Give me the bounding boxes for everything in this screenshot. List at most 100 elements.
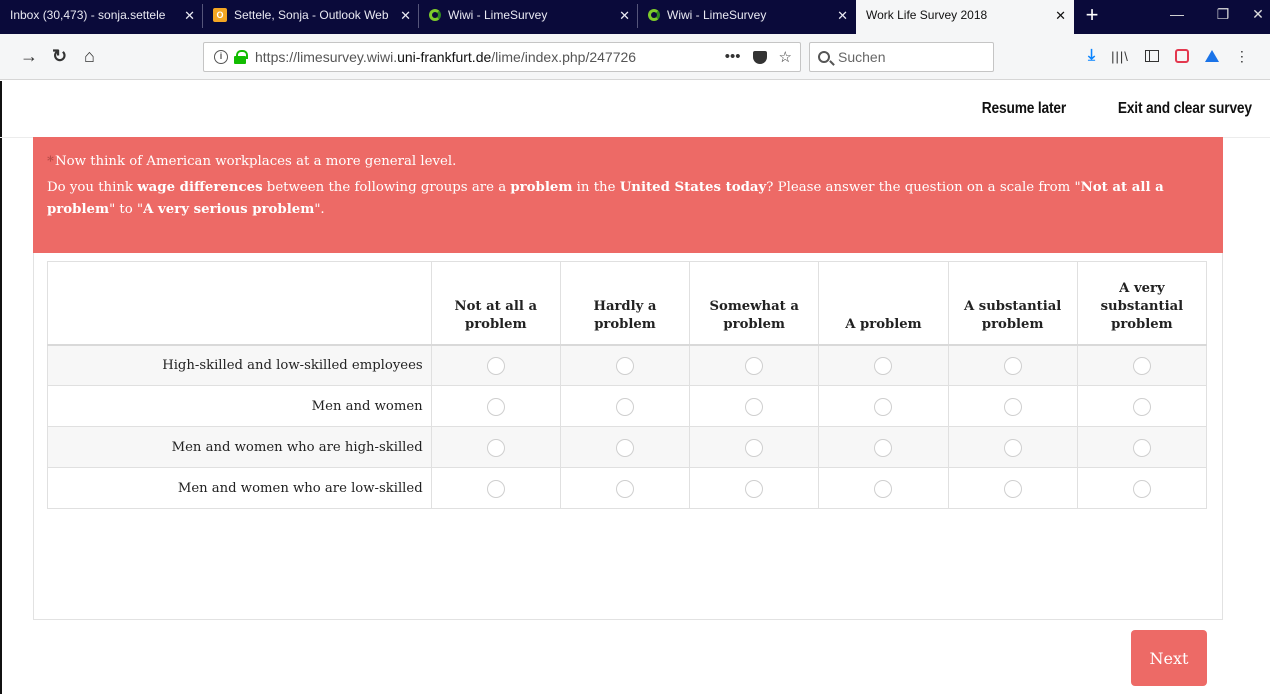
library-icon[interactable]: |||\ <box>1111 49 1129 64</box>
tab-inbox[interactable]: Inbox (30,473) - sonja.settele ✕ <box>0 0 203 34</box>
resume-later-link[interactable]: Resume later <box>982 100 1067 118</box>
radio-cell[interactable] <box>430 467 561 509</box>
radio-button[interactable] <box>1132 397 1151 416</box>
radio-button[interactable] <box>874 479 893 498</box>
radio-button[interactable] <box>745 357 764 375</box>
radio-cell[interactable] <box>559 344 691 386</box>
tab-title: Settele, Sonja - Outlook Web <box>234 8 389 22</box>
radio-cell[interactable] <box>430 344 561 386</box>
home-icon[interactable]: ⌂ <box>84 45 95 67</box>
radio-cell[interactable] <box>818 344 949 386</box>
new-tab-plus-icon[interactable]: + <box>1074 0 1110 34</box>
radio-button[interactable] <box>1132 357 1151 375</box>
search-input[interactable]: Suchen <box>809 42 994 72</box>
radio-button[interactable] <box>745 397 764 416</box>
tab-limesurvey-2[interactable]: Wiwi - LimeSurvey ✕ <box>638 0 856 34</box>
page-actions-icon[interactable]: ••• <box>725 48 741 66</box>
radio-button[interactable] <box>486 397 505 416</box>
navigation-toolbar: ) → ↻ ⌂ i https://limesurvey.wiwi.uni-fr… <box>0 34 1270 80</box>
sidebar-icon[interactable] <box>1144 50 1159 62</box>
radio-button[interactable] <box>615 438 634 457</box>
bookmark-star-icon[interactable]: ☆ <box>779 48 792 66</box>
pocket-extension-icon[interactable] <box>1174 49 1189 63</box>
menu-icon[interactable]: ⋮ <box>1235 48 1249 65</box>
column-header: Hardly a problem <box>559 261 691 346</box>
answer-array-table: Not at all a problem Hardly a problem Some… <box>47 261 1208 509</box>
tab-strip: Inbox (30,473) - sonja.settele ✕ O Sette… <box>0 0 1270 34</box>
radio-cell[interactable] <box>947 467 1078 509</box>
tab-title: Wiwi - LimeSurvey <box>667 8 767 22</box>
tab-work-life-survey[interactable]: Work Life Survey 2018 ✕ <box>856 0 1074 34</box>
tab-title: Wiwi - LimeSurvey <box>448 8 548 22</box>
radio-cell[interactable] <box>689 467 820 509</box>
close-icon[interactable]: ✕ <box>619 8 630 24</box>
url-bar[interactable]: i https://limesurvey.wiwi. uni-frankfurt.… <box>203 42 801 72</box>
column-header: Not at all a problem <box>430 261 561 346</box>
survey-page: Resume later Exit and clear survey *Now … <box>0 81 1270 694</box>
radio-cell[interactable] <box>430 385 561 427</box>
radio-button[interactable] <box>615 397 634 416</box>
toolbar-icons: ⤓ |||\ ⋮ <box>1088 47 1249 65</box>
radio-button[interactable] <box>745 479 764 498</box>
radio-cell[interactable] <box>818 467 949 509</box>
radio-button[interactable] <box>615 479 634 498</box>
exit-clear-survey-link[interactable]: Exit and clear survey <box>1118 100 1252 118</box>
radio-button[interactable] <box>874 438 893 457</box>
url-actions: ••• ☆ <box>725 48 792 66</box>
radio-cell[interactable] <box>947 385 1078 427</box>
radio-button[interactable] <box>1003 397 1022 416</box>
close-icon[interactable]: ✕ <box>1055 8 1066 24</box>
window-controls: — ❐ ✕ <box>1154 0 1270 30</box>
radio-cell[interactable] <box>818 385 949 427</box>
row-label: Men and women who are high-skilled <box>47 426 432 468</box>
radio-cell[interactable] <box>559 426 691 468</box>
maximize-icon[interactable]: ❐ <box>1200 0 1246 30</box>
radio-button[interactable] <box>745 438 764 457</box>
radio-button[interactable] <box>486 357 505 375</box>
radio-cell[interactable] <box>1076 385 1208 427</box>
tab-outlook[interactable]: O Settele, Sonja - Outlook Web ✕ <box>203 0 419 34</box>
radio-button[interactable] <box>1003 438 1022 457</box>
radio-cell[interactable] <box>947 344 1078 386</box>
radio-button[interactable] <box>1003 357 1022 375</box>
radio-button[interactable] <box>615 357 634 375</box>
radio-button[interactable] <box>874 397 893 416</box>
radio-cell[interactable] <box>689 344 820 386</box>
pocket-icon[interactable] <box>752 51 767 64</box>
radio-cell[interactable] <box>689 426 820 468</box>
limesurvey-icon <box>648 9 660 21</box>
radio-button[interactable] <box>1003 479 1022 498</box>
radio-cell[interactable] <box>1076 467 1208 509</box>
close-window-icon[interactable]: ✕ <box>1246 0 1270 30</box>
radio-cell[interactable] <box>1076 426 1208 468</box>
radio-button[interactable] <box>1132 438 1151 457</box>
minimize-icon[interactable]: — <box>1154 0 1200 30</box>
download-icon[interactable]: ⤓ <box>1088 47 1095 65</box>
column-header: A problem <box>818 261 949 346</box>
radio-button[interactable] <box>486 479 505 498</box>
survey-nav: Resume later Exit and clear survey <box>968 100 1252 118</box>
search-placeholder: Suchen <box>838 49 886 65</box>
search-icon <box>818 51 830 63</box>
radio-cell[interactable] <box>559 467 691 509</box>
radio-button[interactable] <box>1132 479 1151 498</box>
radio-cell[interactable] <box>818 426 949 468</box>
radio-cell[interactable] <box>430 426 561 468</box>
radio-cell[interactable] <box>1076 344 1208 386</box>
extension-icon[interactable] <box>1204 50 1219 62</box>
radio-cell[interactable] <box>559 385 691 427</box>
radio-button[interactable] <box>486 438 505 457</box>
close-icon[interactable]: ✕ <box>400 8 411 24</box>
forward-arrow-icon[interactable]: → <box>20 45 38 67</box>
next-button[interactable]: Next <box>1131 630 1207 686</box>
table-header-row: Not at all a problem Hardly a problem Some… <box>47 261 1208 346</box>
close-icon[interactable]: ✕ <box>837 8 848 24</box>
info-icon[interactable]: i <box>214 50 228 64</box>
radio-cell[interactable] <box>947 426 1078 468</box>
tab-limesurvey-1[interactable]: Wiwi - LimeSurvey ✕ <box>419 0 638 34</box>
close-icon[interactable]: ✕ <box>184 8 195 24</box>
radio-button[interactable] <box>874 357 893 375</box>
lock-icon <box>234 50 248 64</box>
radio-cell[interactable] <box>689 385 820 427</box>
reload-icon[interactable]: ↻ <box>52 45 67 67</box>
